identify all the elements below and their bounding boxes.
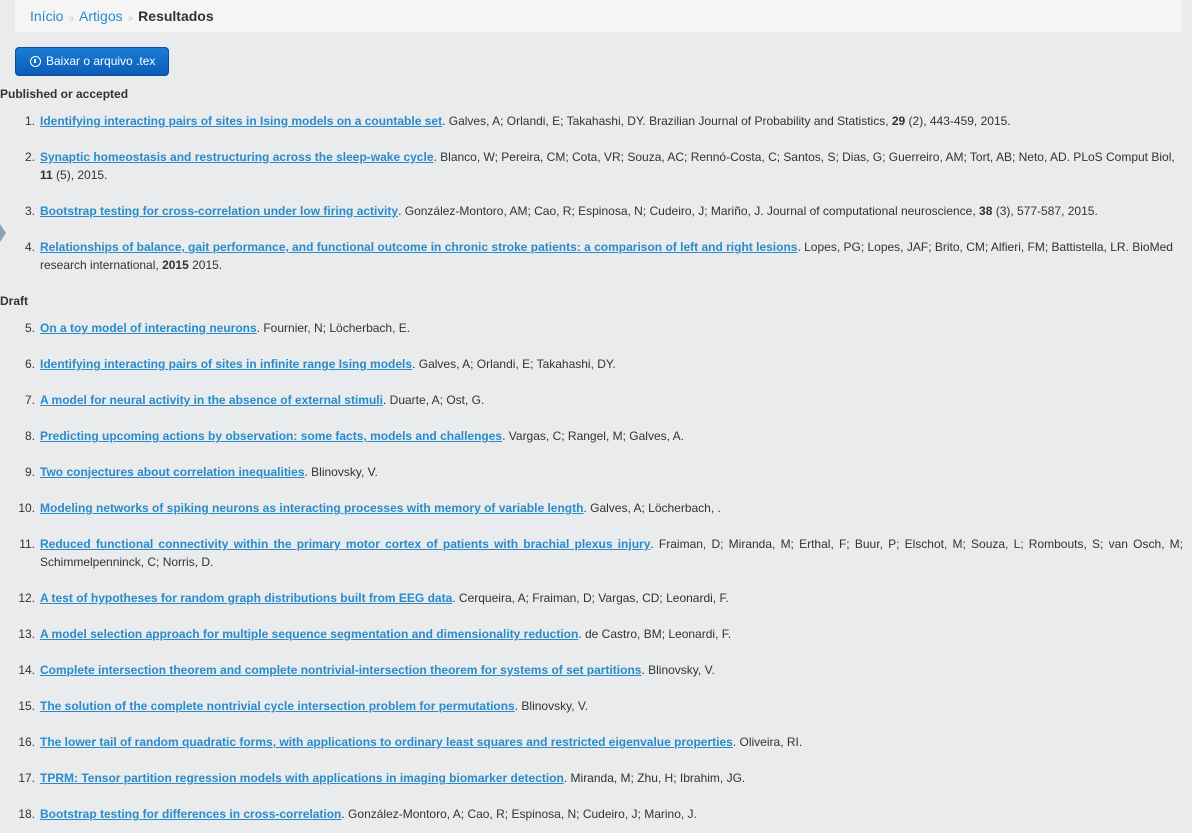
breadcrumb: Início » Artigos » Resultados (15, 0, 1182, 32)
item-number: 17. (18, 771, 35, 785)
article-title-link[interactable]: Identifying interacting pairs of sites i… (40, 114, 442, 128)
article-details: (2), 443-459, 2015. (905, 114, 1011, 128)
item-number: 14. (18, 663, 35, 677)
article-authors: . Vargas, C; Rangel, M; Galves, A. (502, 429, 684, 443)
article-authors: . Blanco, W; Pereira, CM; Cota, VR; Souz… (433, 150, 1175, 164)
article-authors: . Blinovsky, V. (304, 465, 378, 479)
article-title-link[interactable]: Predicting upcoming actions by observati… (40, 429, 502, 443)
article-authors: . Miranda, M; Zhu, H; Ibrahim, JG. (563, 771, 746, 785)
article-title-link[interactable]: The lower tail of random quadratic forms… (40, 735, 733, 749)
breadcrumb-separator: » (68, 13, 75, 24)
item-number: 9. (24, 465, 35, 479)
article-title-link[interactable]: A model selection approach for multiple … (40, 627, 578, 641)
article-volume: 29 (891, 114, 906, 128)
download-tex-button-label: Baixar o arquivo .tex (46, 54, 156, 68)
download-tex-button[interactable]: Baixar o arquivo .tex (15, 47, 169, 76)
article-authors: . Galves, A; Löcherbach, . (583, 501, 721, 515)
article-title-link[interactable]: Relationships of balance, gait performan… (40, 240, 797, 254)
article-authors: . González-Montoro, AM; Cao, R; Espinosa… (398, 204, 980, 218)
article-authors: . Duarte, A; Ost, G. (382, 393, 485, 407)
article-authors: . González-Montoro, A; Cao, R; Espinosa,… (341, 807, 697, 821)
item-number: 16. (18, 735, 35, 749)
article-title-link[interactable]: TPRM: Tensor partition regression models… (40, 771, 564, 785)
item-number: 12. (18, 591, 35, 605)
item-number: 7. (24, 393, 35, 407)
item-number: 18. (18, 807, 35, 821)
item-number: 5. (24, 321, 35, 335)
article-title-link[interactable]: Reduced functional connectivity within t… (40, 537, 650, 551)
article-title-link[interactable]: On a toy model of interacting neurons (40, 321, 257, 335)
article-title-link[interactable]: Bootstrap testing for cross-correlation … (40, 204, 398, 218)
article-details: 2015. (188, 258, 223, 272)
article-authors: . Blinovsky, V. (641, 663, 715, 677)
article-authors: . Fournier, N; Löcherbach, E. (256, 321, 411, 335)
item-number: 2. (24, 150, 35, 164)
article-authors: . Galves, A; Orlandi, E; Takahashi, DY. … (442, 114, 892, 128)
item-number: 15. (18, 699, 35, 713)
article-details: (3), 577-587, 2015. (992, 204, 1098, 218)
article-title-link[interactable]: Complete intersection theorem and comple… (40, 663, 641, 677)
item-number: 6. (24, 357, 35, 371)
article-title-link[interactable]: A test of hypotheses for random graph di… (40, 591, 452, 605)
article-authors: . Oliveira, RI. (732, 735, 803, 749)
article-title-link[interactable]: The solution of the complete nontrivial … (40, 699, 515, 713)
item-number: 13. (18, 627, 35, 641)
article-volume: 11 (40, 168, 53, 182)
article-title-link[interactable]: Identifying interacting pairs of sites i… (40, 357, 412, 371)
item-number: 10. (18, 501, 35, 515)
article-details: (5), 2015. (52, 168, 108, 182)
breadcrumb-articles-link[interactable]: Artigos (79, 8, 123, 24)
article-volume: 2015 (162, 258, 189, 272)
info-circle-icon (30, 56, 41, 67)
breadcrumb-home-link[interactable]: Início (30, 8, 63, 24)
item-number: 8. (24, 429, 35, 443)
item-number: 3. (24, 204, 35, 218)
article-title-link[interactable]: Synaptic homeostasis and restructuring a… (40, 150, 434, 164)
article-authors: . Galves, A; Orlandi, E; Takahashi, DY. (412, 357, 616, 371)
item-number: 4. (24, 240, 35, 254)
article-title-link[interactable]: A model for neural activity in the absen… (40, 393, 383, 407)
article-authors: . Cerqueira, A; Fraiman, D; Vargas, CD; … (452, 591, 729, 605)
article-authors: . Blinovsky, V. (514, 699, 589, 713)
article-title-link[interactable]: Bootstrap testing for differences in cro… (40, 807, 341, 821)
article-volume: 38 (979, 204, 993, 218)
breadcrumb-current: Resultados (138, 8, 214, 24)
article-authors: . de Castro, BM; Leonardi, F. (578, 627, 732, 641)
item-number: 1. (24, 114, 35, 128)
article-title-link[interactable]: Two conjectures about correlation inequa… (40, 465, 305, 479)
breadcrumb-separator: » (127, 13, 134, 24)
section-title-draft: Draft (0, 294, 29, 308)
article-title-link[interactable]: Modeling networks of spiking neurons as … (40, 501, 583, 515)
item-number: 11. (19, 537, 35, 551)
section-title-published: Published or accepted (0, 87, 129, 101)
